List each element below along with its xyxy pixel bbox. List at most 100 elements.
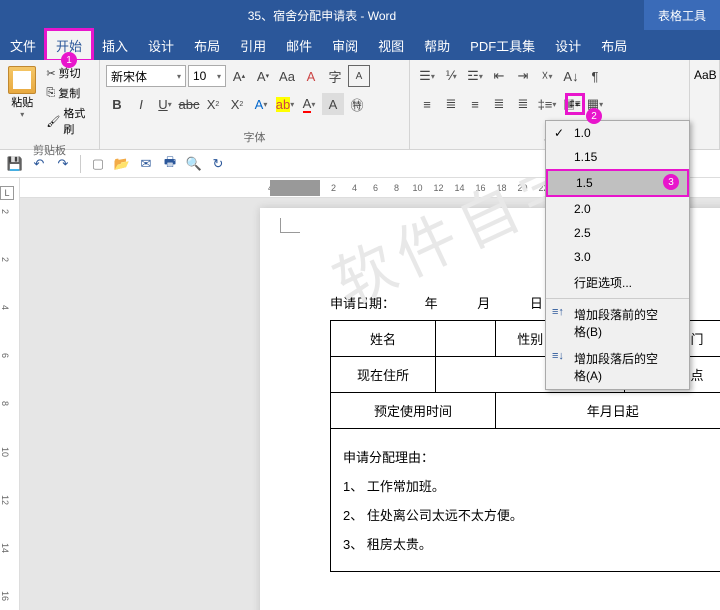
menu-pdf-tools[interactable]: PDF工具集 bbox=[460, 30, 545, 60]
space-before-icon: ≡↑ bbox=[552, 306, 564, 318]
font-group-label: 字体 bbox=[104, 127, 405, 147]
sort-button[interactable]: A↓ bbox=[560, 65, 582, 87]
vertical-ruler: L 2 2 4 6 8 10 12 14 16 bbox=[0, 178, 20, 610]
justify-button[interactable]: ≣ bbox=[488, 93, 510, 115]
line-spacing-dropdown: 1.0 1.15 1.5 3 2.0 2.5 3.0 行距选项... ≡↑增加段… bbox=[545, 120, 690, 390]
ribbon-group-styles: AaB bbox=[690, 60, 720, 149]
align-center-button[interactable]: ≣ bbox=[440, 93, 462, 115]
subscript-button[interactable]: X2 bbox=[202, 93, 224, 115]
ribbon-group-clipboard: 粘贴 ▾ ✂剪切 ⎘复制 🖌格式刷 剪贴板 bbox=[0, 60, 100, 149]
annotation-badge-2: 2 bbox=[586, 108, 602, 124]
menu-table-design[interactable]: 设计 bbox=[545, 30, 591, 60]
apply-date-label: 申请日期： bbox=[330, 296, 395, 311]
space-after-icon: ≡↓ bbox=[552, 350, 564, 362]
styles-gallery[interactable]: AaB bbox=[694, 64, 715, 82]
spacing-option-1.0[interactable]: 1.0 bbox=[546, 121, 689, 145]
menu-mailings[interactable]: 邮件 bbox=[276, 30, 322, 60]
menu-design[interactable]: 设计 bbox=[138, 30, 184, 60]
ruler-corner[interactable]: L bbox=[0, 186, 14, 200]
brush-icon: 🖌 bbox=[46, 115, 60, 128]
align-right-button[interactable]: ≡ bbox=[464, 93, 486, 115]
phonetic-guide-button[interactable]: 字 bbox=[324, 65, 346, 87]
zoom-button[interactable]: 🔍 bbox=[185, 155, 203, 173]
open-button[interactable]: 📂 bbox=[113, 155, 131, 173]
menu-home[interactable]: 开始 1 bbox=[46, 30, 92, 60]
italic-button[interactable]: I bbox=[130, 93, 152, 115]
text-effects-button[interactable]: A▾ bbox=[250, 93, 272, 115]
year-unit: 年 bbox=[425, 296, 438, 311]
clipboard-icon bbox=[8, 66, 36, 94]
month-unit: 月 bbox=[477, 296, 490, 311]
cell-address-label: 现在住所 bbox=[331, 357, 436, 393]
format-painter-button[interactable]: 🖌格式刷 bbox=[44, 104, 93, 138]
annotation-badge-3: 3 bbox=[663, 174, 679, 190]
strikethrough-button[interactable]: abc bbox=[178, 93, 200, 115]
multilevel-list-button[interactable]: ☲▾ bbox=[464, 65, 486, 87]
show-marks-button[interactable]: ¶ bbox=[584, 65, 606, 87]
window-title: 35、宿舍分配申请表 - Word bbox=[0, 7, 644, 24]
table-row: 预定使用时间 年月日起 实际 bbox=[331, 393, 720, 429]
clipboard-group-label: 剪贴板 bbox=[4, 140, 95, 160]
scissors-icon: ✂ bbox=[46, 67, 55, 80]
menu-insert[interactable]: 插入 bbox=[92, 30, 138, 60]
annotation-highlight-2: ‡≡ bbox=[565, 93, 585, 115]
mail-button[interactable]: ✉ bbox=[137, 155, 155, 173]
titlebar: 35、宿舍分配申请表 - Word 表格工具 bbox=[0, 0, 720, 30]
menu-table-layout[interactable]: 布局 bbox=[591, 30, 637, 60]
superscript-button[interactable]: X2 bbox=[226, 93, 248, 115]
font-color-button[interactable]: A▾ bbox=[298, 93, 320, 115]
print-preview-button[interactable]: 🖶 bbox=[161, 155, 179, 173]
decrease-indent-button[interactable]: ⇤ bbox=[488, 65, 510, 87]
line-spacing-button[interactable]: ‡≡▾ bbox=[536, 93, 558, 115]
spacing-option-3.0[interactable]: 3.0 bbox=[546, 245, 689, 269]
shrink-font-button[interactable]: A▾ bbox=[252, 65, 274, 87]
line-spacing-icon: ‡≡ bbox=[569, 99, 580, 110]
menu-file[interactable]: 文件 bbox=[0, 30, 46, 60]
menubar: 文件 开始 1 插入 设计 布局 引用 邮件 审阅 视图 帮助 PDF工具集 设… bbox=[0, 30, 720, 60]
distributed-button[interactable]: ≣ bbox=[512, 93, 534, 115]
spacing-option-2.5[interactable]: 2.5 bbox=[546, 221, 689, 245]
copy-icon: ⎘ bbox=[46, 87, 55, 100]
clear-formatting-button[interactable]: A bbox=[300, 65, 322, 87]
highlight-button[interactable]: ab▾ bbox=[274, 93, 296, 115]
cell-start-date-label: 年月日起 bbox=[495, 393, 720, 429]
asian-layout-button[interactable]: ☓▾ bbox=[536, 65, 558, 87]
reason-item: 2、 住处离公司太远不太方便。 bbox=[343, 505, 720, 524]
menu-review[interactable]: 审阅 bbox=[322, 30, 368, 60]
align-left-button[interactable]: ≡ bbox=[416, 93, 438, 115]
menu-layout[interactable]: 布局 bbox=[184, 30, 230, 60]
reason-item: 3、 租房太贵。 bbox=[343, 534, 720, 553]
add-space-after[interactable]: ≡↓增加段落后的空格(A) bbox=[546, 345, 689, 389]
cell-name-label: 姓名 bbox=[331, 321, 436, 357]
spacing-option-2.0[interactable]: 2.0 bbox=[546, 197, 689, 221]
day-unit: 日 bbox=[530, 296, 543, 311]
font-size-select[interactable]: 10▾ bbox=[188, 65, 226, 87]
annotation-badge-1: 1 bbox=[61, 52, 77, 68]
grow-font-button[interactable]: A▴ bbox=[228, 65, 250, 87]
menu-help[interactable]: 帮助 bbox=[414, 30, 460, 60]
menu-view[interactable]: 视图 bbox=[368, 30, 414, 60]
line-spacing-options[interactable]: 行距选项... bbox=[546, 269, 689, 296]
character-border-button[interactable]: A bbox=[348, 65, 370, 87]
ruler-margin-indicator bbox=[270, 180, 320, 196]
numbering-button[interactable]: ⅟▾ bbox=[440, 65, 462, 87]
add-space-before[interactable]: ≡↑增加段落前的空格(B) bbox=[546, 301, 689, 345]
bullets-button[interactable]: ☰▾ bbox=[416, 65, 438, 87]
table-row: 申请分配理由： 1、 工作常加班。 2、 住处离公司太远不太方便。 3、 租房太… bbox=[331, 429, 720, 572]
refresh-button[interactable]: ↻ bbox=[209, 155, 227, 173]
change-case-button[interactable]: Aa bbox=[276, 65, 298, 87]
dropdown-separator bbox=[546, 298, 689, 299]
enclose-characters-button[interactable]: ㊕ bbox=[346, 93, 368, 115]
spacing-option-1.5[interactable]: 1.5 3 bbox=[546, 169, 689, 197]
copy-button[interactable]: ⎘复制 bbox=[44, 84, 93, 102]
reason-item: 1、 工作常加班。 bbox=[343, 476, 720, 495]
font-name-select[interactable]: 新宋体▾ bbox=[106, 65, 186, 87]
paste-button[interactable]: 粘贴 ▾ bbox=[4, 62, 40, 140]
increase-indent-button[interactable]: ⇥ bbox=[512, 65, 534, 87]
menu-references[interactable]: 引用 bbox=[230, 30, 276, 60]
underline-button[interactable]: U▾ bbox=[154, 93, 176, 115]
character-shading-button[interactable]: A bbox=[322, 93, 344, 115]
spacing-option-1.15[interactable]: 1.15 bbox=[546, 145, 689, 169]
ribbon-group-font: 新宋体▾ 10▾ A▴ A▾ Aa A 字 A B I U▾ abc X2 X2… bbox=[100, 60, 410, 149]
bold-button[interactable]: B bbox=[106, 93, 128, 115]
